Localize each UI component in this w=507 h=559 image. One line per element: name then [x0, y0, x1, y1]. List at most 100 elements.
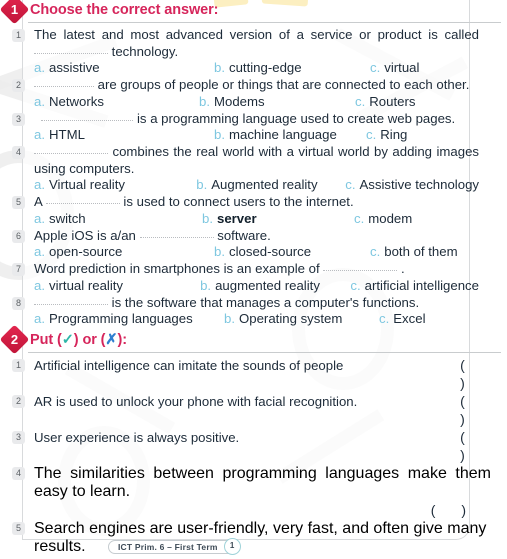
- option-a[interactable]: a. assistive: [34, 59, 214, 76]
- option-value: Virtual reality: [49, 177, 125, 192]
- option-c[interactable]: c. Excel: [379, 310, 426, 327]
- option-letter: c.: [355, 93, 366, 109]
- option-c[interactable]: c. virtual: [370, 59, 419, 76]
- option-c[interactable]: c. Assistive technology: [345, 176, 479, 193]
- mcq-question: 6 Apple iOS is a/an software. a. open-sou…: [0, 228, 507, 261]
- option-row: a. Virtual reality b. Augmented reality c.…: [34, 176, 479, 193]
- option-letter: a.: [34, 127, 45, 142]
- option-b[interactable]: b. server: [202, 210, 354, 227]
- option-value: Assistive technology: [359, 177, 479, 192]
- mcq-question: 5 A is used to connect users to the inte…: [0, 194, 507, 227]
- question-number: 2: [12, 79, 25, 92]
- option-b[interactable]: b. Augmented reality: [196, 176, 345, 193]
- option-a[interactable]: a. Virtual reality: [34, 176, 196, 193]
- answer-blank[interactable]: [34, 44, 108, 54]
- option-a[interactable]: a. Programming languages: [34, 310, 224, 327]
- section-title-2: Put (✓) or (✗):: [30, 332, 127, 348]
- question-text: are groups of people or things that are …: [34, 77, 479, 94]
- option-letter: b.: [214, 60, 225, 75]
- check-icon: ✓: [61, 332, 74, 348]
- section-divider-1: [28, 22, 501, 23]
- option-c[interactable]: c. Ring: [366, 126, 407, 143]
- question-number: 1: [12, 29, 25, 42]
- option-b[interactable]: b. closed-source: [214, 243, 370, 260]
- mcq-question: 2 are groups of people or things that ar…: [0, 77, 507, 110]
- option-a[interactable]: a. HTML: [34, 126, 214, 143]
- option-c[interactable]: c. both of them: [370, 243, 458, 260]
- question-text: Word prediction in smartphones is an exa…: [34, 261, 479, 278]
- option-row: a. switch b. server c. modem: [34, 210, 479, 227]
- section-title-mid: ) or (: [73, 332, 106, 348]
- option-value: Networks: [49, 93, 104, 109]
- option-letter: c.: [379, 311, 390, 326]
- truefalse-item: 5 Search engines are user-friendly, very…: [0, 520, 507, 559]
- question-number: 8: [12, 296, 25, 310]
- option-value: Modems: [214, 93, 265, 109]
- question-text: A is used to connect users to the intern…: [34, 194, 479, 211]
- option-a[interactable]: a. virtual reality: [34, 277, 200, 294]
- statement-text: Artificial intelligence can imitate the …: [34, 358, 344, 373]
- answer-parentheses[interactable]: ( ): [439, 393, 491, 428]
- option-letter: b.: [214, 127, 225, 142]
- page-footer: ICT Prim. 6 – First Term 1: [108, 538, 241, 555]
- option-a[interactable]: a. open-source: [34, 243, 214, 260]
- option-letter: c.: [366, 127, 377, 142]
- option-value: switch: [49, 210, 86, 226]
- option-value: assistive: [49, 60, 100, 75]
- question-number: 4: [12, 146, 25, 159]
- option-value: artificial intelligence: [364, 277, 479, 293]
- option-letter: b.: [200, 277, 212, 293]
- question-text-after: software.: [217, 227, 271, 243]
- option-letter: c.: [370, 60, 381, 75]
- option-a[interactable]: a. Networks: [34, 93, 199, 110]
- truefalse-item: 1 Artificial intelligence can imitate th…: [0, 357, 507, 392]
- option-b[interactable]: b. machine language: [214, 126, 366, 143]
- answer-blank[interactable]: [323, 261, 398, 271]
- statement-text: User experience is always positive.: [34, 430, 240, 445]
- option-c[interactable]: c. artificial intelligence: [350, 277, 479, 294]
- answer-blank[interactable]: [34, 295, 108, 305]
- answer-blank[interactable]: [41, 111, 134, 121]
- mcq-question: 4 combines the real world with a virtual…: [0, 144, 507, 193]
- option-a[interactable]: a. switch: [34, 210, 202, 227]
- section-title-1: Choose the correct answer:: [30, 2, 219, 18]
- option-value: both of them: [384, 244, 458, 259]
- option-letter: a.: [34, 277, 45, 293]
- option-value: virtual reality: [49, 277, 124, 293]
- question-number: 5: [12, 522, 25, 535]
- option-c[interactable]: c. Routers: [355, 93, 415, 110]
- option-letter: a.: [34, 93, 45, 109]
- question-number: 6: [12, 229, 25, 243]
- mcq-question: 8 is the software that manages a compute…: [0, 295, 507, 328]
- option-row: a. Programming languages b. Operating syst…: [34, 310, 479, 327]
- question-text-after: are groups of people or things that are …: [97, 77, 470, 92]
- option-b[interactable]: b. augmented reality: [200, 277, 350, 294]
- option-letter: c.: [350, 277, 361, 293]
- option-letter: a.: [34, 60, 45, 75]
- question-number: 3: [12, 431, 25, 444]
- answer-blank[interactable]: [139, 228, 214, 238]
- option-row: a. HTML b. machine language c. Ring: [34, 126, 479, 143]
- option-value: Augmented reality: [211, 177, 318, 192]
- option-letter: b.: [202, 210, 213, 226]
- option-b[interactable]: b. Modems: [199, 93, 355, 110]
- option-value: Ring: [380, 127, 408, 142]
- section-title-prefix: Put (: [30, 332, 62, 348]
- option-c[interactable]: c. modem: [354, 210, 412, 227]
- answer-parentheses[interactable]: ( ): [439, 429, 491, 464]
- question-number: 3: [12, 112, 25, 126]
- question-text-after: is the software that manages a computer'…: [111, 294, 420, 310]
- question-text: is a programming language used to create…: [34, 111, 479, 128]
- option-value: Routers: [369, 93, 416, 109]
- option-value: modem: [368, 210, 413, 226]
- question-text: is the software that manages a computer'…: [34, 295, 479, 312]
- option-b[interactable]: b. cutting-edge: [214, 59, 370, 76]
- answer-blank[interactable]: [45, 194, 120, 204]
- answer-parentheses[interactable]: ( ): [439, 357, 491, 392]
- answer-blank[interactable]: [34, 77, 94, 87]
- answer-parentheses[interactable]: ( ): [34, 501, 491, 519]
- option-value: machine language: [229, 127, 337, 142]
- answer-blank[interactable]: [34, 144, 108, 154]
- option-b[interactable]: b. Operating system: [224, 310, 379, 327]
- cross-icon: ✗: [105, 332, 118, 348]
